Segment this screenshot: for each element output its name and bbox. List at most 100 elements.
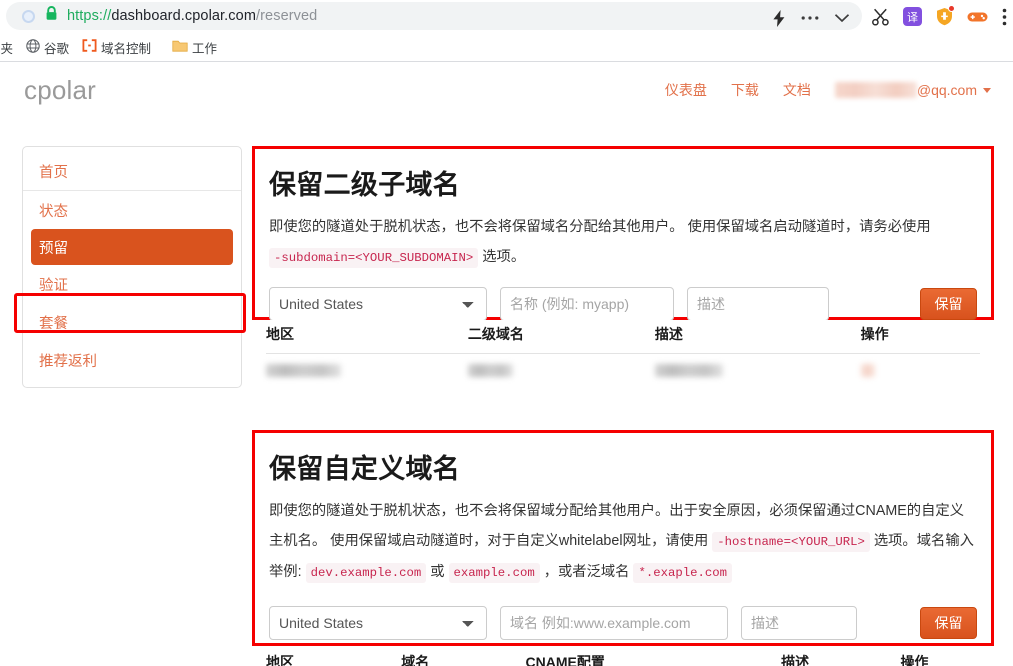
notification-dot <box>948 5 955 12</box>
region-select[interactable]: United States <box>269 606 487 640</box>
button-label: 保留 <box>934 615 963 631</box>
sidebar-item-referral[interactable]: 推荐返利 <box>23 341 241 379</box>
bookmark-item-domain-control[interactable]: 域名控制 <box>77 35 156 60</box>
code-example-dev-domain: dev.example.com <box>305 563 427 583</box>
nav-item-dashboard[interactable]: 仪表盘 <box>665 80 707 100</box>
scissors-icon[interactable] <box>872 8 889 26</box>
description-text-part4: ，或者泛域名 <box>543 564 630 580</box>
table-header-description: 描述 <box>781 654 810 666</box>
address-bar[interactable]: https://dashboard.cpolar.com/reserved <box>6 2 862 30</box>
table-header-action: 操作 <box>900 654 929 666</box>
data-table: 地区 域名 CNAME配置 描述 操作 <box>266 652 980 666</box>
site-header: cpolar 仪表盘 下载 文档 @qq.com <box>0 62 1013 122</box>
sidebar-item-home[interactable]: 首页 <box>23 153 241 191</box>
reserved-customdomain-card: 保留自定义域名 即使您的隧道处于脱机状态，也不会将保留域分配给其他用户。出于安全… <box>252 430 994 646</box>
sidebar-item-label: 状态 <box>39 203 68 220</box>
cell-subdomain <box>467 364 655 380</box>
bookmark-item-work[interactable]: 工作 <box>167 35 222 60</box>
code-subdomain-flag: -subdomain=<YOUR_SUBDOMAIN> <box>269 248 479 268</box>
browser-menu-icon[interactable] <box>1002 8 1007 26</box>
bookmarks-bar: 藏夹 谷歌 域名控制 <box>0 33 1013 61</box>
region-select[interactable]: United States <box>269 287 487 321</box>
browser-chrome: https://dashboard.cpolar.com/reserved 译 … <box>0 0 1013 62</box>
lightning-icon[interactable] <box>772 9 786 27</box>
reserve-subdomain-button[interactable]: 保留 <box>920 288 977 320</box>
account-email-masked <box>834 82 917 98</box>
subdomain-name-input[interactable] <box>500 287 674 321</box>
bookmark-label: 藏夹 <box>0 41 14 56</box>
sidebar-item-label: 首页 <box>39 165 68 181</box>
chevron-down-icon <box>983 87 991 93</box>
reserve-customdomain-form: United States 保留 <box>269 606 977 640</box>
reserved-customdomain-table: 地区 域名 CNAME配置 描述 操作 <box>252 648 994 666</box>
section-title: 保留二级子域名 <box>269 170 461 200</box>
folder-icon <box>172 39 188 55</box>
table-header-row: 地区 二级域名 描述 操作 <box>266 324 980 354</box>
table-header-action: 操作 <box>860 326 889 342</box>
sidebar-item-label: 套餐 <box>39 315 68 332</box>
table-header-region: 地区 <box>266 326 294 342</box>
page-info-circle-icon[interactable] <box>22 9 35 23</box>
lock-icon[interactable] <box>45 6 58 26</box>
gamepad-icon[interactable] <box>967 10 988 24</box>
table-header-cname: CNAME配置 <box>525 654 605 666</box>
translate-icon[interactable]: 译 <box>903 7 922 26</box>
reserve-customdomain-button[interactable]: 保留 <box>920 607 977 639</box>
cell-region <box>266 364 468 380</box>
account-email-suffix: @qq.com <box>916 82 977 98</box>
sidebar-item-status[interactable]: 状态 <box>23 191 241 229</box>
sidebar-item-reserved[interactable]: 预留 <box>31 229 233 265</box>
code-wildcard-domain: *.exaple.com <box>633 563 733 583</box>
section-description: 即使您的隧道处于脱机状态，也不会将保留域名分配给其他用户。 使用保留域名启动隧道… <box>269 212 977 273</box>
table-header-domain: 域名 <box>401 654 430 666</box>
section-title: 保留自定义域名 <box>269 454 461 484</box>
sidebar: 首页 状态 预留 验证 套餐 推荐返利 <box>22 146 242 388</box>
bookmark-item-favorites[interactable]: 藏夹 <box>0 35 18 60</box>
sidebar-item-label: 预留 <box>39 240 68 257</box>
description-text-part2: 选项。 <box>482 249 526 265</box>
custom-domain-description-input[interactable] <box>741 606 857 640</box>
code-example-domain: example.com <box>448 563 540 583</box>
more-horizontal-icon[interactable] <box>801 15 819 21</box>
sidebar-item-plan[interactable]: 套餐 <box>23 303 241 341</box>
cell-action[interactable] <box>860 364 980 380</box>
bookmark-label: 工作 <box>192 41 218 56</box>
table-header-subdomain: 二级域名 <box>467 326 524 342</box>
globe-icon <box>26 38 40 56</box>
bookmark-label: 域名控制 <box>101 41 152 56</box>
reserved-subdomain-card: 保留二级子域名 即使您的隧道处于脱机状态，也不会将保留域名分配给其他用户。 使用… <box>252 146 994 321</box>
sidebar-item-label: 验证 <box>39 277 68 294</box>
bookmark-item-google[interactable]: 谷歌 <box>21 35 74 60</box>
account-menu[interactable]: @qq.com <box>834 82 991 98</box>
extension-toolbar: 译 <box>872 0 1007 33</box>
table-row[interactable] <box>266 354 980 380</box>
omnibox-row: https://dashboard.cpolar.com/reserved 译 <box>0 0 1013 33</box>
description-text-part1: 即使您的隧道处于脱机状态，也不会将保留域名分配给其他用户。 使用保留域名启动隧道… <box>269 219 931 235</box>
sidebar-item-label: 推荐返利 <box>39 353 97 370</box>
url-path: /reserved <box>256 8 318 24</box>
omnibox-actions <box>772 2 850 34</box>
bracket-icon <box>82 39 97 55</box>
page-content: cpolar 仪表盘 下载 文档 @qq.com 首页 状态 预留 验证 套餐 <box>0 62 1013 666</box>
bookmark-label: 谷歌 <box>44 41 70 56</box>
subdomain-description-input[interactable] <box>687 287 829 321</box>
table-header-description: 描述 <box>654 326 683 342</box>
url-text: https://dashboard.cpolar.com/reserved <box>67 8 317 24</box>
sidebar-item-auth[interactable]: 验证 <box>23 265 241 303</box>
url-host: dashboard.cpolar.com <box>111 8 256 24</box>
nav-item-docs[interactable]: 文档 <box>783 80 811 100</box>
site-logo[interactable]: cpolar <box>24 75 96 106</box>
translate-glyph: 译 <box>907 10 918 24</box>
reserved-subdomain-table: 地区 二级域名 描述 操作 <box>252 320 994 400</box>
description-text-part3: 或 <box>430 564 445 580</box>
section-description: 即使您的隧道处于脱机状态，也不会将保留域分配给其他用户。出于安全原因，必须保留通… <box>269 496 977 588</box>
reserve-subdomain-form: United States 保留 <box>269 287 977 321</box>
shield-icon[interactable] <box>936 5 955 26</box>
code-hostname-flag: -hostname=<YOUR_URL> <box>712 532 870 552</box>
custom-domain-input[interactable] <box>500 606 728 640</box>
data-table: 地区 二级域名 描述 操作 <box>266 324 980 380</box>
table-header-row: 地区 域名 CNAME配置 描述 操作 <box>266 652 980 666</box>
table-header-region: 地区 <box>266 654 294 666</box>
nav-item-download[interactable]: 下载 <box>731 80 759 100</box>
chevron-down-icon[interactable] <box>834 13 850 23</box>
